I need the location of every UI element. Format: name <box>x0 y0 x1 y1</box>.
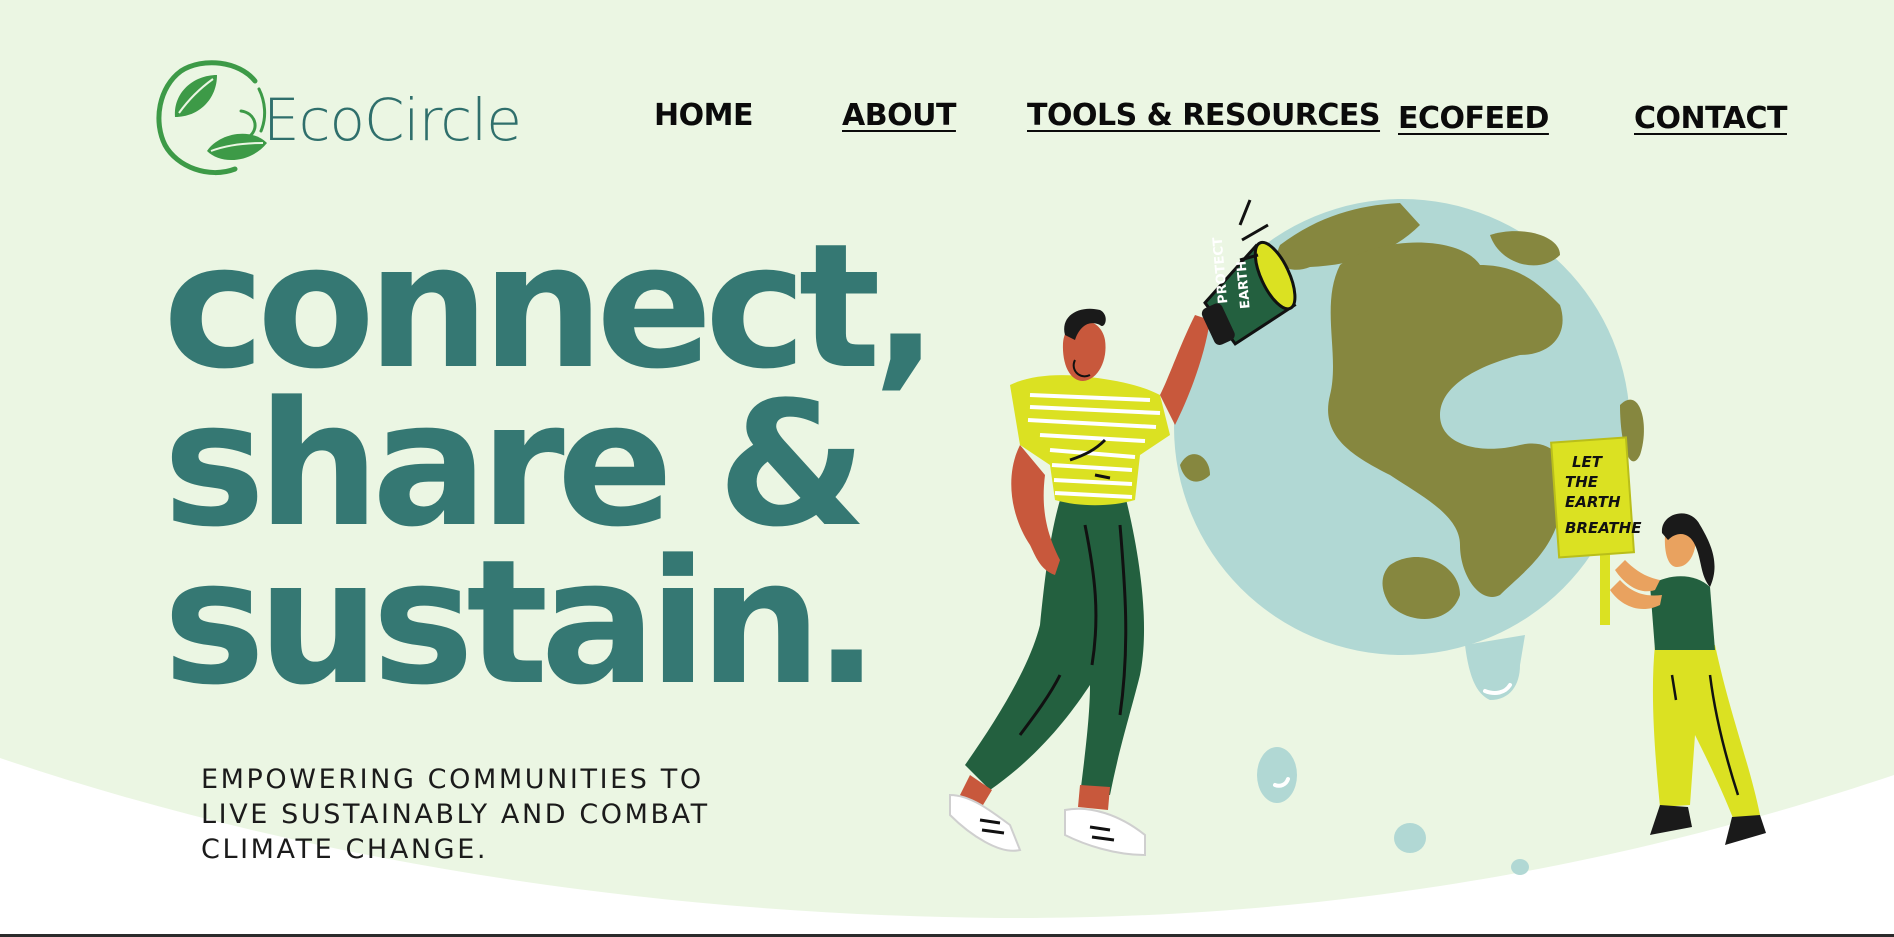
hero-headline: connect, share & sustain. <box>163 206 938 724</box>
nav-ecofeed[interactable]: ECOFEED <box>1398 101 1549 136</box>
headline-line-1: connect, <box>163 206 938 407</box>
woman-with-sign: LET THE EARTH BREATHE <box>1550 436 1766 845</box>
sign-text-1: LET <box>1572 453 1604 471</box>
headline-line-3: sustain. <box>163 522 879 724</box>
brand-logo[interactable]: EcoCircle <box>155 52 525 182</box>
nav-home[interactable]: HOME <box>654 98 753 133</box>
hero-tagline: EMPOWERING COMMUNITIES TO LIVE SUSTAINAB… <box>201 764 710 865</box>
nav-contact[interactable]: CONTACT <box>1634 101 1787 136</box>
climate-activists-illustration: PROTECT EARTH LET THE EARTH BREATHE <box>949 199 1766 875</box>
sign-text-2: THE <box>1565 473 1599 491</box>
headline-line-2: share & <box>163 364 867 566</box>
sign-text-4: BREATHE <box>1565 519 1642 537</box>
man-with-megaphone <box>949 308 1210 857</box>
brand-name: EcoCircle <box>263 86 522 154</box>
nav-about[interactable]: ABOUT <box>842 98 956 133</box>
leaf-circle-icon <box>156 60 267 175</box>
sign-text-3: EARTH <box>1565 493 1621 511</box>
nav-tools-resources[interactable]: TOOLS & RESOURCES <box>1027 98 1381 133</box>
